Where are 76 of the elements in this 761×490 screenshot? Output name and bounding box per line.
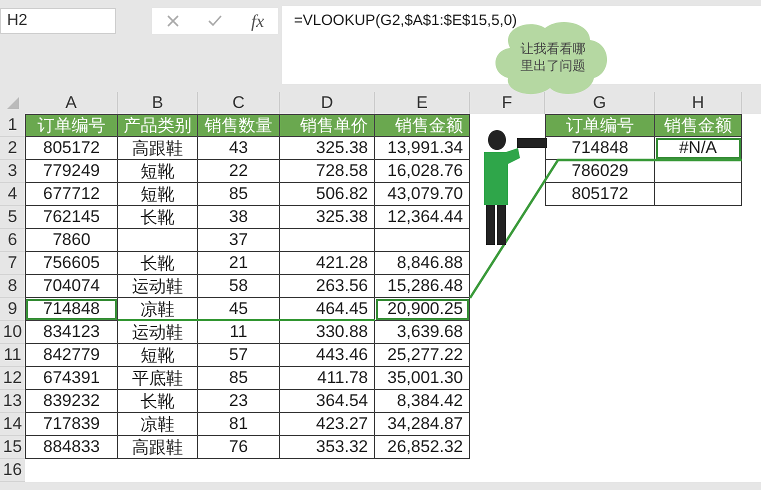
table-cell[interactable]: 长靴 (118, 252, 198, 275)
table-cell[interactable]: 714848 (25, 298, 118, 321)
table-cell[interactable]: 779249 (25, 160, 118, 183)
table-cell[interactable]: 21 (198, 252, 280, 275)
table-cell[interactable]: 674391 (25, 367, 118, 390)
table-cell[interactable]: 411.78 (280, 367, 375, 390)
row-header[interactable]: 8 (0, 275, 25, 298)
table-cell[interactable]: 81 (198, 413, 280, 436)
table-cell[interactable]: 短靴 (118, 160, 198, 183)
table-cell[interactable]: 762145 (25, 206, 118, 229)
table-cell[interactable]: 786029 (545, 160, 655, 183)
row-header[interactable]: 16 (0, 459, 25, 482)
row-header[interactable]: 12 (0, 367, 25, 390)
row-header[interactable]: 3 (0, 160, 25, 183)
table-cell[interactable] (280, 229, 375, 252)
table-cell[interactable]: 506.82 (280, 183, 375, 206)
table-cell[interactable]: 7860 (25, 229, 118, 252)
table-cell[interactable]: 运动鞋 (118, 321, 198, 344)
table-cell[interactable]: 57 (198, 344, 280, 367)
table-cell[interactable]: 842779 (25, 344, 118, 367)
table-cell[interactable]: 443.46 (280, 344, 375, 367)
table-cell[interactable]: 22 (198, 160, 280, 183)
row-header[interactable]: 15 (0, 436, 25, 459)
formula-field[interactable]: =VLOOKUP(G2,$A$1:$E$15,5,0) (294, 12, 518, 29)
table-cell[interactable]: 45 (198, 298, 280, 321)
table-cell[interactable] (118, 229, 198, 252)
row-header[interactable]: 5 (0, 206, 25, 229)
table-cell[interactable]: 263.56 (280, 275, 375, 298)
insert-function-button[interactable]: fx (251, 10, 264, 32)
table-cell[interactable]: 717839 (25, 413, 118, 436)
row-header[interactable]: 7 (0, 252, 25, 275)
table-cell[interactable]: 长靴 (118, 206, 198, 229)
table-cell[interactable]: 464.45 (280, 298, 375, 321)
table-cell[interactable]: 85 (198, 367, 280, 390)
table-cell[interactable]: 805172 (25, 137, 118, 160)
table-cell[interactable]: 330.88 (280, 321, 375, 344)
row-header[interactable]: 4 (0, 183, 25, 206)
table-cell[interactable]: #N/A (655, 137, 742, 160)
bubble-text: 让我看看哪里出了问题 (520, 40, 586, 74)
table-cell[interactable]: 凉鞋 (118, 298, 198, 321)
table-cell[interactable]: 677712 (25, 183, 118, 206)
table-cell[interactable]: 38 (198, 206, 280, 229)
row-header[interactable]: 9 (0, 298, 25, 321)
table-cell[interactable]: 长靴 (118, 390, 198, 413)
table-cell[interactable]: 704074 (25, 275, 118, 298)
table-cell[interactable]: 423.27 (280, 413, 375, 436)
row-header[interactable]: 11 (0, 344, 25, 367)
table-cell[interactable]: 平底鞋 (118, 367, 198, 390)
row-header[interactable]: 6 (0, 229, 25, 252)
table-cell[interactable]: 运动鞋 (118, 275, 198, 298)
table-cell[interactable]: 58 (198, 275, 280, 298)
check-icon[interactable] (207, 14, 224, 28)
table-cell[interactable]: 23 (198, 390, 280, 413)
table-cell[interactable]: 85 (198, 183, 280, 206)
table-cell[interactable]: 756605 (25, 252, 118, 275)
table-cell[interactable]: 37 (198, 229, 280, 252)
row-header[interactable]: 2 (0, 137, 25, 160)
table-cell[interactable]: 421.28 (280, 252, 375, 275)
row-header[interactable]: 1 (0, 114, 25, 137)
row-header[interactable]: 10 (0, 321, 25, 344)
table-cell[interactable]: 325.38 (280, 206, 375, 229)
table-cell[interactable]: 11 (198, 321, 280, 344)
table-cell[interactable]: 20,900.25 (375, 298, 470, 321)
table-cell[interactable]: 839232 (25, 390, 118, 413)
table-cell[interactable]: 短靴 (118, 183, 198, 206)
table-cell[interactable]: 325.38 (280, 137, 375, 160)
row-header[interactable]: 14 (0, 413, 25, 436)
table-cell[interactable]: 凉鞋 (118, 413, 198, 436)
table-cell[interactable]: 364.54 (280, 390, 375, 413)
name-box[interactable]: H2 (0, 8, 116, 34)
table-cell[interactable]: 短靴 (118, 344, 198, 367)
table-cell[interactable]: 834123 (25, 321, 118, 344)
row-header[interactable]: 13 (0, 390, 25, 413)
table-cell[interactable]: 43 (198, 137, 280, 160)
table-cell[interactable]: 高跟鞋 (118, 137, 198, 160)
table-cell[interactable]: 728.58 (280, 160, 375, 183)
